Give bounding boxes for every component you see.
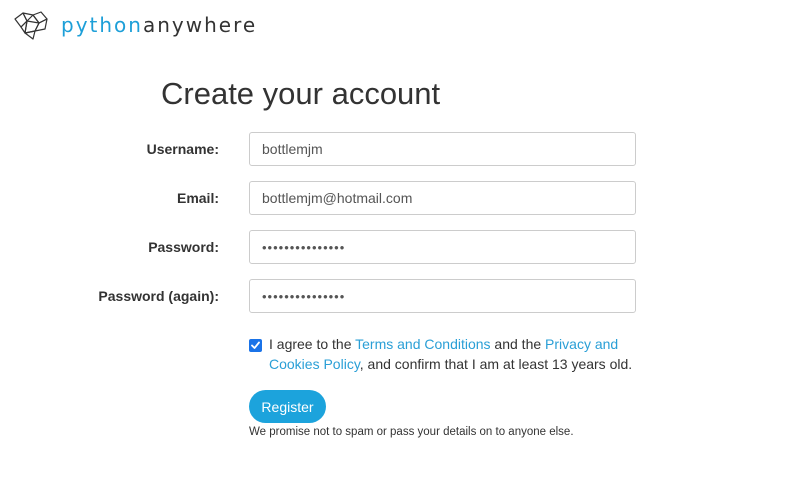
- username-row: Username:: [0, 132, 787, 166]
- password-again-field-wrapper: [249, 279, 636, 313]
- brand-name-anywhere: anywhere: [142, 13, 258, 37]
- username-field-wrapper: [249, 132, 636, 166]
- register-button[interactable]: Register: [249, 390, 326, 423]
- username-label: Username:: [146, 141, 219, 157]
- terms-checkbox[interactable]: [249, 339, 262, 352]
- password-again-field[interactable]: [250, 280, 635, 312]
- privacy-promise-text: We promise not to spam or pass your deta…: [249, 426, 574, 438]
- site-logo[interactable]: pythonanywhere: [13, 9, 257, 41]
- terms-link[interactable]: Terms and Conditions: [355, 336, 490, 352]
- email-label: Email:: [176, 190, 219, 206]
- password-row: Password:: [0, 230, 787, 264]
- agree-text-1: I agree to the: [269, 336, 356, 352]
- password-field-wrapper: [249, 230, 636, 264]
- page-title: Create your account: [161, 76, 441, 111]
- email-field-wrapper: [249, 181, 636, 215]
- password-again-row: Password (again):: [0, 279, 787, 313]
- password-label: Password:: [148, 239, 219, 255]
- password-again-label: Password (again):: [98, 288, 219, 304]
- email-row: Email:: [0, 181, 787, 215]
- password-field[interactable]: [250, 231, 635, 263]
- brand-wordmark: pythonanywhere: [61, 15, 257, 35]
- pythonanywhere-logo-icon: [14, 11, 48, 40]
- checkmark-icon: [251, 341, 260, 349]
- terms-agreement-text: I agree to the Terms and Conditions and …: [269, 334, 639, 374]
- email-field[interactable]: [250, 182, 635, 214]
- brand-name-python: python: [61, 13, 143, 37]
- agree-text-3: , and confirm that I am at least 13 year…: [359, 356, 633, 372]
- agree-text-2: and the: [490, 336, 546, 352]
- username-field[interactable]: [250, 133, 635, 165]
